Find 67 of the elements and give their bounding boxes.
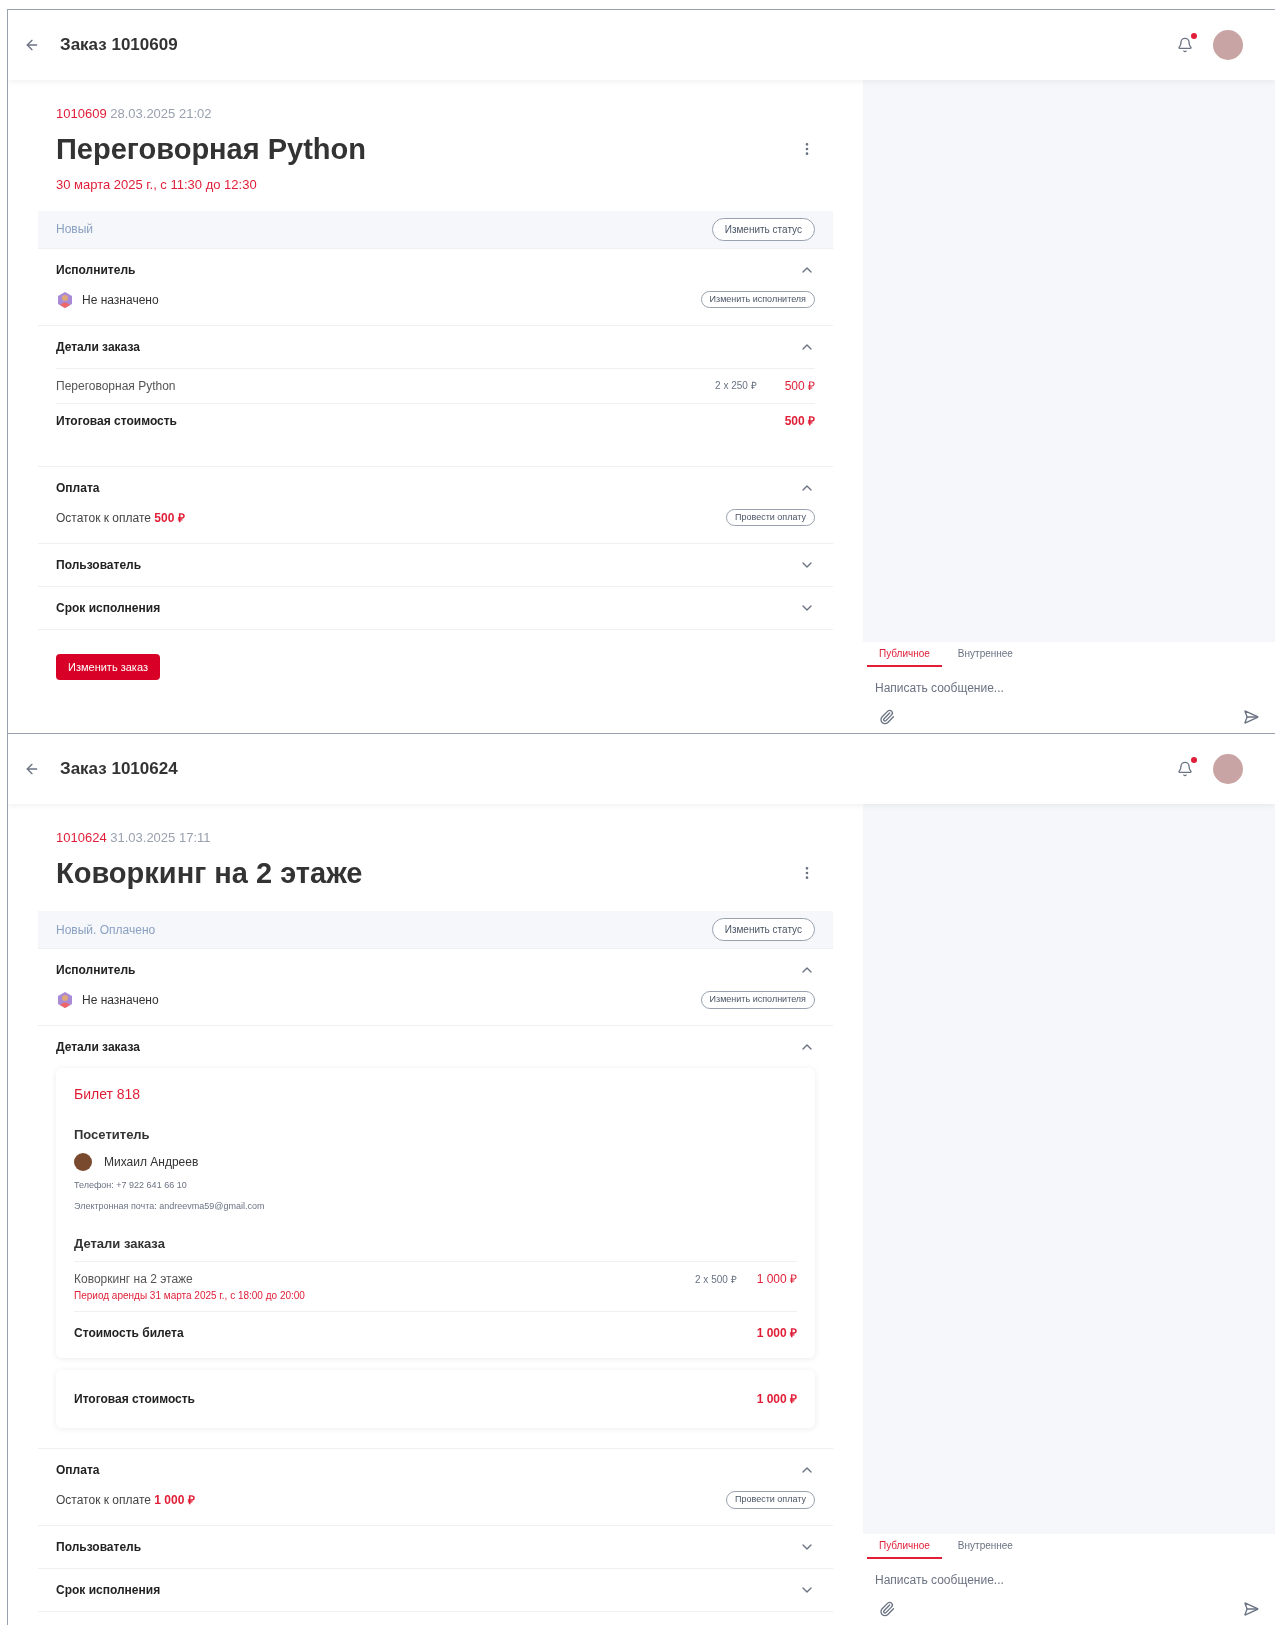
attachment-icon[interactable] [879, 1601, 895, 1617]
ticket-total-label: Стоимость билета [74, 1325, 184, 1342]
section-title[interactable]: Исполнитель [56, 961, 136, 979]
ticket-title: Билет 818 [74, 1085, 142, 1104]
change-performer-button[interactable]: Изменить исполнителя [700, 290, 815, 309]
send-icon[interactable] [1243, 709, 1259, 725]
section-title[interactable]: Оплата [56, 478, 100, 497]
edit-order-button[interactable]: Изменить заказ [56, 653, 160, 680]
performer-name: Не назначено [82, 291, 159, 309]
total-label: Итоговая стоимость [56, 412, 177, 430]
order-status: Новый. Оплачено [56, 921, 156, 939]
attachment-icon[interactable] [879, 709, 895, 725]
message-input[interactable]: Написать сообщение... [863, 1559, 1275, 1601]
change-status-button[interactable]: Изменить статус [711, 918, 815, 941]
section-title[interactable]: Детали заказа [56, 1038, 140, 1056]
item-quantity: 2 x 500 ₽ [695, 1272, 737, 1287]
visitor-email: Электронная почта: andreevma59@gmail.com [74, 1200, 266, 1213]
section-title[interactable]: Детали заказа [56, 337, 140, 356]
avatar-placeholder [74, 1152, 92, 1171]
change-status-button[interactable]: Изменить статус [711, 217, 815, 241]
item-price: 1 000 ₽ [756, 1271, 797, 1288]
back-arrow-icon[interactable] [24, 761, 40, 777]
order-datetime: 31.03.2025 17:11 [110, 830, 211, 845]
make-payment-button[interactable]: Провести оплату [726, 1491, 815, 1509]
item-name: Переговорная Python [56, 377, 176, 395]
send-icon[interactable] [1243, 1601, 1259, 1617]
change-performer-button[interactable]: Изменить исполнителя [700, 991, 815, 1009]
section-title[interactable]: Исполнитель [56, 260, 136, 279]
order-status: Новый [56, 221, 94, 238]
section-title[interactable]: Пользователь [56, 555, 142, 574]
order-datetime: 28.03.2025 21:02 [110, 106, 212, 121]
chat-tab[interactable]: Публичное [867, 1538, 942, 1559]
order-number: 1010609 [56, 106, 107, 121]
total-price: 1 000 ₽ [756, 1391, 797, 1408]
total-label: Итоговая стоимость [74, 1391, 195, 1408]
visitor-name: Михаил Андреев [104, 1153, 199, 1171]
details-heading: Детали заказа [74, 1234, 166, 1253]
chat-tab[interactable]: Внутреннее [945, 646, 1025, 667]
user-hexagon-icon [56, 991, 74, 1009]
section-title[interactable]: Срок исполнения [56, 1581, 161, 1599]
section-title[interactable]: Срок исполнения [56, 598, 161, 617]
page-title: Заказ 1010624 [60, 758, 178, 781]
ticket-total-price: 1 000 ₽ [756, 1325, 797, 1342]
item-price: 500 ₽ [784, 377, 815, 395]
make-payment-button[interactable]: Провести оплату [726, 508, 815, 527]
total-price: 500 ₽ [784, 412, 815, 430]
item-name: Коворкинг на 2 этаже [74, 1271, 194, 1288]
chat-tab[interactable]: Публичное [867, 646, 942, 667]
booking-schedule: 30 марта 2025 г., с 11:30 до 12:30 [56, 176, 258, 194]
message-input[interactable]: Написать сообщение... [863, 667, 1275, 709]
visitor-phone: Телефон: +7 922 641 66 10 [74, 1178, 188, 1192]
section-title[interactable]: Оплата [56, 1461, 100, 1479]
chat-tab[interactable]: Внутреннее [945, 1538, 1025, 1559]
page-title: Заказ 1010609 [60, 34, 178, 57]
remaining-payment: Остаток к оплате 500 ₽ [56, 509, 185, 527]
remaining-payment: Остаток к оплате 1 000 ₽ [56, 1492, 195, 1509]
order-title: Переговорная Python [56, 131, 366, 167]
order-number: 1010624 [56, 830, 107, 845]
notification-bell-icon[interactable] [1177, 37, 1193, 53]
notification-bell-icon[interactable] [1177, 761, 1193, 777]
rental-period: Период аренды 31 марта 2025 г., с 18:00 до 20:00 [74, 1289, 305, 1303]
user-hexagon-icon [56, 290, 74, 309]
section-title[interactable]: Пользователь [56, 1538, 142, 1556]
visitor-heading: Посетитель [74, 1126, 151, 1144]
order-title: Коворкинг на 2 этаже [56, 855, 363, 891]
performer-name: Не назначено [82, 992, 159, 1009]
item-quantity: 2 x 250 ₽ [715, 379, 757, 393]
